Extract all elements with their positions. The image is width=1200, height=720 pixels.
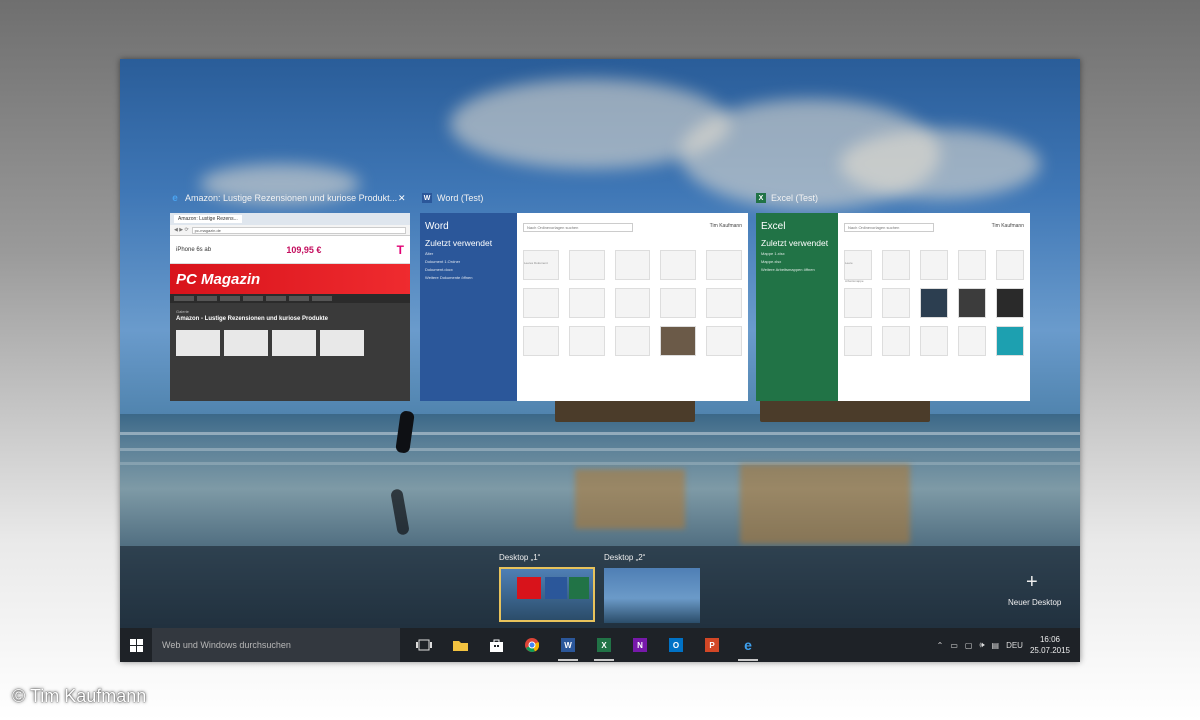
window-edge[interactable]: e Amazon: Lustige Rezensionen und kurios… — [170, 193, 410, 403]
outlook-icon: O — [669, 638, 683, 652]
telekom-logo: T — [396, 242, 404, 257]
word-icon: W — [561, 638, 575, 652]
cloud — [840, 129, 1040, 199]
site-nav — [170, 294, 410, 303]
edge-icon: e — [172, 192, 178, 204]
outlook-button[interactable]: O — [658, 628, 694, 662]
template-gallery: Nach Onlinevorlagen suchen Tim Kaufmann … — [838, 213, 1030, 401]
search-box[interactable]: Web und Windows durchsuchen — [152, 628, 400, 662]
gallery — [176, 330, 404, 356]
excel-icon: X — [756, 193, 766, 203]
start-button[interactable] — [120, 628, 152, 662]
site-header: PC Magazin — [170, 264, 410, 294]
article: Galerie Amazon - Lustige Rezensionen und… — [170, 303, 410, 401]
close-icon[interactable]: ✕ — [398, 193, 406, 204]
word-start-pane: Word Zuletzt verwendet Älter Dokument 1.… — [420, 213, 517, 401]
add-icon[interactable]: + — [1026, 571, 1038, 594]
template-thumb: Leeres Dokument — [523, 250, 559, 280]
template-gallery: Nach Onlinevorlagen suchen Tim Kaufmann … — [517, 213, 748, 401]
screen: e Amazon: Lustige Rezensionen und kurios… — [120, 59, 1080, 662]
volume-icon[interactable]: 🕪 — [979, 640, 984, 650]
article-title: Amazon - Lustige Rezensionen und kuriose… — [176, 316, 329, 322]
notifications-icon[interactable]: ▤ — [992, 641, 1000, 650]
store-button[interactable] — [478, 628, 514, 662]
rock-reflection — [575, 469, 685, 529]
chevron-up-icon[interactable]: ⌃ — [937, 641, 944, 650]
virtual-desktop-bar — [120, 546, 1080, 628]
powerpoint-icon: P — [705, 638, 719, 652]
recent-file: Dokument.docx — [425, 267, 453, 272]
ad-banner: iPhone 6s ab 109,95 € T — [170, 236, 410, 264]
window-title: Word (Test) — [437, 193, 484, 203]
desktop-2-label: Desktop „2“ — [604, 553, 646, 562]
edge-icon: e — [744, 637, 752, 653]
clock-date: 25.07.2015 — [1029, 646, 1070, 655]
file-explorer-button[interactable] — [442, 628, 478, 662]
network-icon[interactable]: ▢ — [965, 641, 973, 650]
copyright-credit: © Tim Kaufmann — [12, 686, 147, 706]
window-title: Excel (Test) — [771, 193, 819, 203]
user-name: Tim Kaufmann — [991, 223, 1024, 229]
user-name: Tim Kaufmann — [709, 223, 742, 229]
open-more-link: Weitere Arbeitsmappen öffnen — [761, 267, 815, 272]
folder-icon — [452, 641, 468, 651]
edge-button[interactable]: e — [730, 628, 766, 662]
task-view-icon — [416, 639, 432, 651]
recent-file: Dokument 1.Ordner — [425, 259, 461, 264]
recent-file: Mappe.xlsx — [761, 259, 782, 264]
template-thumb: Leere Arbeitsmappe — [844, 250, 872, 283]
battery-icon[interactable]: ▭ — [950, 641, 958, 650]
new-desktop-button[interactable]: Neuer Desktop — [1008, 598, 1061, 607]
rock-reflection — [740, 464, 910, 544]
system-tray: ⌃ ▭ ▢ 🕪 ▤ DEU 16:06 25.07.2015 — [937, 634, 1080, 656]
app-name: Word — [425, 221, 449, 232]
powerpoint-button[interactable]: P — [694, 628, 730, 662]
store-icon — [489, 639, 503, 652]
window-word[interactable]: W Word (Test) Word Zuletzt verwendet Ält… — [420, 193, 748, 403]
desktop-1-label: Desktop „1“ — [499, 553, 541, 562]
desktop-2-thumbnail[interactable] — [604, 568, 700, 623]
clock[interactable]: 16:06 25.07.2015 — [1030, 634, 1070, 656]
template-search: Nach Onlinevorlagen suchen — [523, 223, 633, 232]
browser-tab: Amazon: Lustige Rezens... — [174, 215, 242, 223]
chrome-button[interactable] — [514, 628, 550, 662]
onenote-icon: N — [633, 638, 647, 652]
excel-button[interactable]: X — [586, 628, 622, 662]
language-indicator[interactable]: DEU — [1006, 641, 1023, 650]
desktop-1-thumbnail[interactable] — [499, 567, 595, 622]
clock-time: 16:06 — [1039, 635, 1060, 644]
word-button[interactable]: W — [550, 628, 586, 662]
recent-file: Mappe 1.xlsx — [761, 251, 785, 256]
open-more-link: Weitere Dokumente öffnen — [425, 275, 473, 280]
address-bar: pc-magazin.de — [191, 226, 406, 234]
taskbar: Web und Windows durchsuchen W X N O P e … — [120, 628, 1080, 662]
chrome-icon — [525, 638, 539, 652]
site-logo: PC Magazin — [176, 270, 261, 288]
window-title: Amazon: Lustige Rezensionen und kuriose … — [185, 193, 398, 203]
onenote-button[interactable]: N — [622, 628, 658, 662]
window-thumbnail[interactable]: Excel Zuletzt verwendet Mappe 1.xlsx Map… — [756, 213, 1030, 401]
window-excel[interactable]: X Excel (Test) Excel Zuletzt verwendet M… — [756, 193, 1030, 403]
excel-icon: X — [597, 638, 611, 652]
word-icon: W — [422, 193, 432, 203]
app-name: Excel — [761, 221, 786, 232]
window-thumbnail[interactable]: Amazon: Lustige Rezens... ◀ ▶ ⟳ pc-magaz… — [170, 213, 410, 401]
task-view-button[interactable] — [406, 628, 442, 662]
excel-start-pane: Excel Zuletzt verwendet Mappe 1.xlsx Map… — [756, 213, 838, 401]
window-thumbnail[interactable]: Word Zuletzt verwendet Älter Dokument 1.… — [420, 213, 748, 401]
template-search: Nach Onlinevorlagen suchen — [844, 223, 934, 232]
windows-logo-icon — [129, 638, 143, 652]
